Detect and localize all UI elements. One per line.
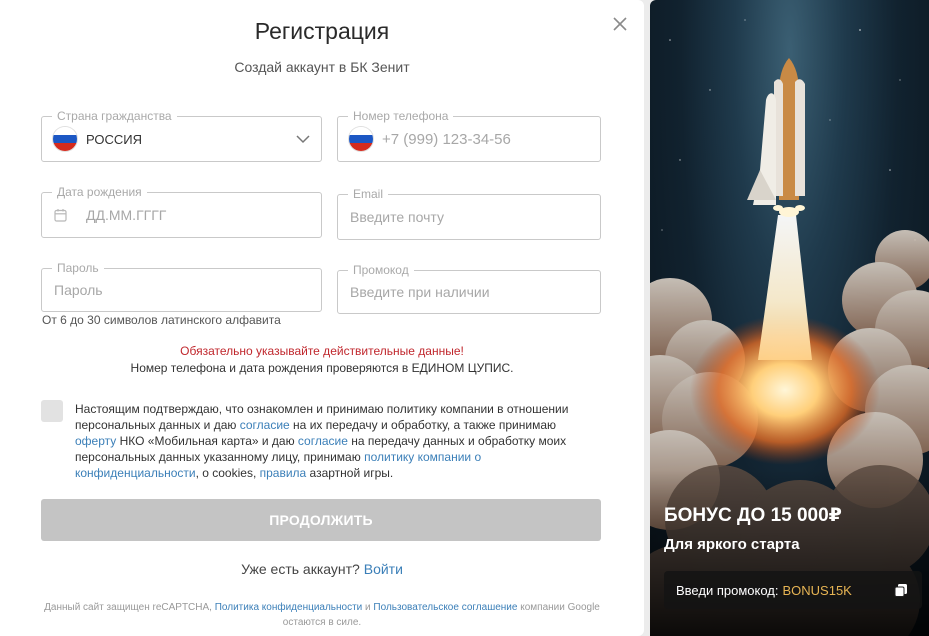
promo-code-value: BONUS15K	[782, 582, 852, 598]
rules-link[interactable]: правила	[260, 466, 307, 480]
birth-date-field[interactable]: Дата рождения ДД.ММ.ГГГГ	[41, 185, 322, 238]
consent-text: Настоящим подтверждаю, что ознакомлен и …	[75, 401, 595, 481]
phone-input[interactable]: +7 (999) 123-34-56	[382, 117, 511, 161]
consent-text-part: на их передачу и обработку, а также прин…	[289, 418, 556, 432]
registration-modal: Регистрация Создай аккаунт в БК Зенит Ст…	[0, 0, 929, 636]
chevron-down-icon	[296, 135, 310, 144]
warning-text: Обязательно указывайте действительные да…	[180, 344, 464, 358]
email-input[interactable]: Введите почту	[350, 195, 444, 239]
recaptcha-text-part: Данный сайт защищен reCAPTCHA,	[44, 602, 215, 613]
calendar-icon	[54, 209, 67, 222]
bonus-subtitle: Для яркого старта	[664, 536, 800, 553]
google-privacy-link[interactable]: Политика конфиденциальности	[215, 602, 363, 613]
promo-code-box[interactable]: Введи промокод: BONUS15K	[664, 571, 922, 609]
bonus-title: БОНУС ДО 15 000₽	[664, 505, 842, 526]
registration-form-panel: Регистрация Создай аккаунт в БК Зенит Ст…	[0, 0, 644, 636]
login-link[interactable]: Войти	[364, 561, 403, 577]
russia-flag-icon	[349, 127, 373, 151]
consent-link-2[interactable]: согласие	[298, 434, 348, 448]
consent-checkbox[interactable]	[41, 400, 63, 422]
consent-link[interactable]: согласие	[240, 418, 290, 432]
country-value: РОССИЯ	[86, 131, 143, 147]
offer-link[interactable]: оферту	[75, 434, 116, 448]
have-account-label: Уже есть аккаунт?	[241, 561, 360, 577]
page-subtitle: Создай аккаунт в БК Зенит	[234, 59, 410, 75]
promo-code-input[interactable]: Введите при наличии	[350, 271, 490, 313]
phone-field[interactable]: Номер телефона +7 (999) 123-34-56	[337, 109, 601, 162]
russia-flag-icon	[53, 127, 77, 151]
recaptcha-notice: Данный сайт защищен reCAPTCHA, Политика …	[40, 600, 604, 630]
continue-button[interactable]: ПРОДОЛЖИТЬ	[41, 499, 601, 541]
password-input[interactable]: Пароль	[54, 269, 103, 311]
consent-text-part: НКО «Мобильная карта» и даю	[116, 434, 298, 448]
promo-prefix: Введи промокод:	[676, 582, 779, 598]
warning-note: Номер телефона и дата рождения проверяют…	[130, 361, 514, 375]
copy-icon[interactable]	[894, 583, 908, 597]
password-field[interactable]: Пароль Пароль	[41, 261, 322, 312]
consent-text-part: азартной игры.	[306, 466, 394, 480]
have-account-text: Уже есть аккаунт? Войти	[0, 561, 644, 577]
password-hint: От 6 до 30 символов латинского алфавита	[42, 313, 281, 327]
google-terms-link[interactable]: Пользовательское соглашение	[373, 602, 517, 613]
country-select[interactable]: Страна гражданства РОССИЯ	[41, 109, 322, 162]
consent-text-part: , о cookies,	[195, 466, 260, 480]
recaptcha-text-part: и	[362, 602, 374, 613]
promo-code-field[interactable]: Промокод Введите при наличии	[337, 263, 601, 314]
birth-date-input[interactable]: ДД.ММ.ГГГГ	[86, 193, 166, 237]
promo-panel: БОНУС ДО 15 000₽ Для яркого старта Введи…	[650, 0, 929, 636]
page-title: Регистрация	[254, 18, 390, 44]
email-field[interactable]: Email Введите почту	[337, 187, 601, 240]
